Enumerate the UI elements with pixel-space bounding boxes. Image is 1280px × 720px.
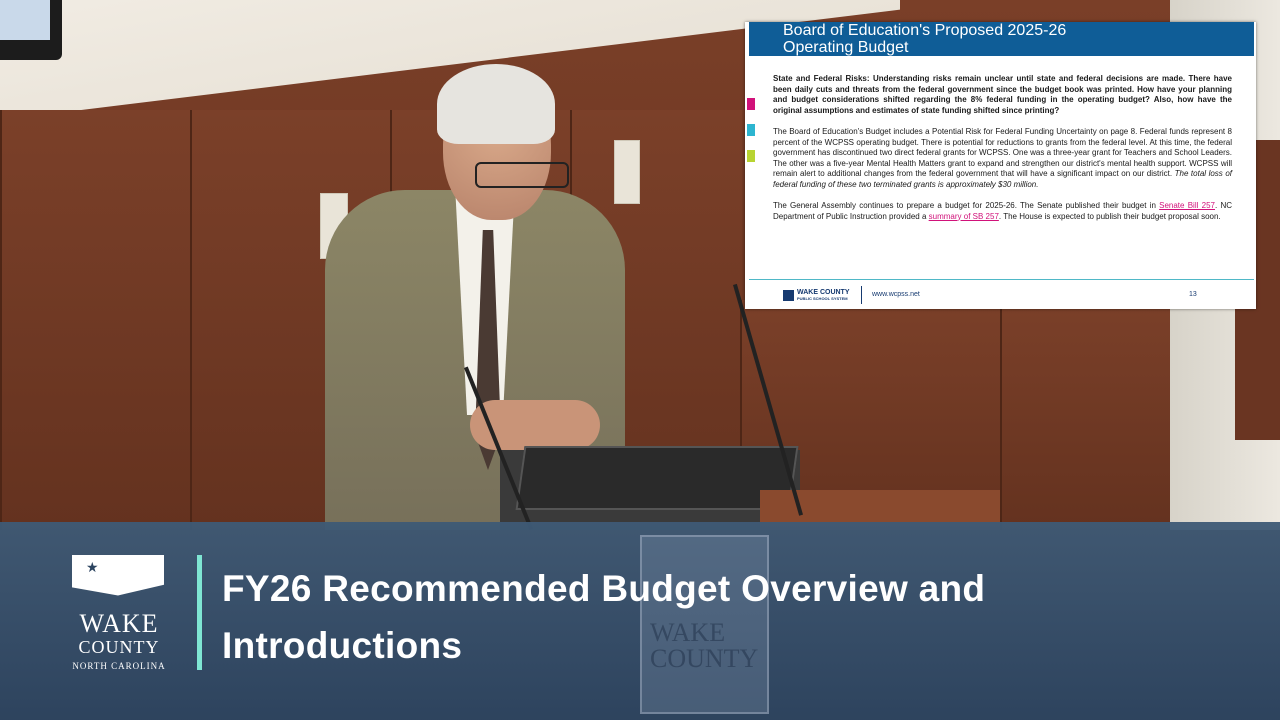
slide-page-number: 13 <box>1189 291 1197 298</box>
accent-bar-lime <box>747 150 755 162</box>
speaker-hair <box>437 64 555 144</box>
presentation-slide: Board of Education's Proposed 2025-26 Op… <box>745 22 1256 309</box>
wcpss-logo: WAKE COUNTY PUBLIC SCHOOL SYSTEM <box>783 288 850 302</box>
logo-county: COUNTY <box>78 637 160 657</box>
wood-panel <box>1000 300 1177 530</box>
slide-paragraph-2: The General Assembly continues to prepar… <box>773 201 1232 222</box>
wall-monitor <box>0 0 62 60</box>
lower-third-title: FY26 Recommended Budget Overview and Int… <box>222 560 1082 674</box>
para1-text: The Board of Education's Budget includes… <box>773 127 1232 178</box>
logo-wake: WAKE <box>79 609 159 638</box>
wood-panel <box>0 110 192 530</box>
title-line-1: FY26 Recommended Budget Overview and <box>222 568 986 609</box>
star-icon: ★ <box>86 559 99 575</box>
slide-footer-divider <box>749 279 1254 280</box>
logo-state: NORTH CAROLINA <box>72 661 166 671</box>
para2-text-c: . The House is expected to publish their… <box>998 211 1221 221</box>
monitor-screen <box>0 0 50 40</box>
slide-title-line1: Board of Education's Proposed 2025-26 <box>783 22 1067 39</box>
lower-third-divider <box>197 555 202 670</box>
slide-header: Board of Education's Proposed 2025-26 Op… <box>749 22 1254 56</box>
footer-separator <box>861 286 862 304</box>
accent-bar-magenta <box>747 98 755 110</box>
wake-county-logo: ★ WAKE COUNTY NORTH CAROLINA <box>72 555 166 673</box>
para2-text-a: The General Assembly continues to prepar… <box>773 201 1160 210</box>
title-line-2: Introductions <box>222 625 463 666</box>
accent-bar-cyan <box>747 124 755 136</box>
wcpss-logo-mark-icon <box>783 289 794 301</box>
wcpss-logo-text: WAKE COUNTY <box>797 289 850 296</box>
slide-question: State and Federal Risks: Understanding r… <box>773 74 1232 115</box>
slide-paragraph-1: The Board of Education's Budget includes… <box>773 127 1232 190</box>
slide-body: State and Federal Risks: Understanding r… <box>773 74 1232 233</box>
slide-title-line2: Operating Budget <box>783 39 909 56</box>
slide-url: www.wcpss.net <box>872 291 920 298</box>
speaker-glasses <box>475 162 569 188</box>
podium-screen <box>515 446 799 510</box>
wcpss-logo-subtext: PUBLIC SCHOOL SYSTEM <box>797 296 848 301</box>
summary-link[interactable]: summary of SB 257 <box>929 212 999 221</box>
senate-bill-link[interactable]: Senate Bill 257 <box>1159 201 1215 210</box>
